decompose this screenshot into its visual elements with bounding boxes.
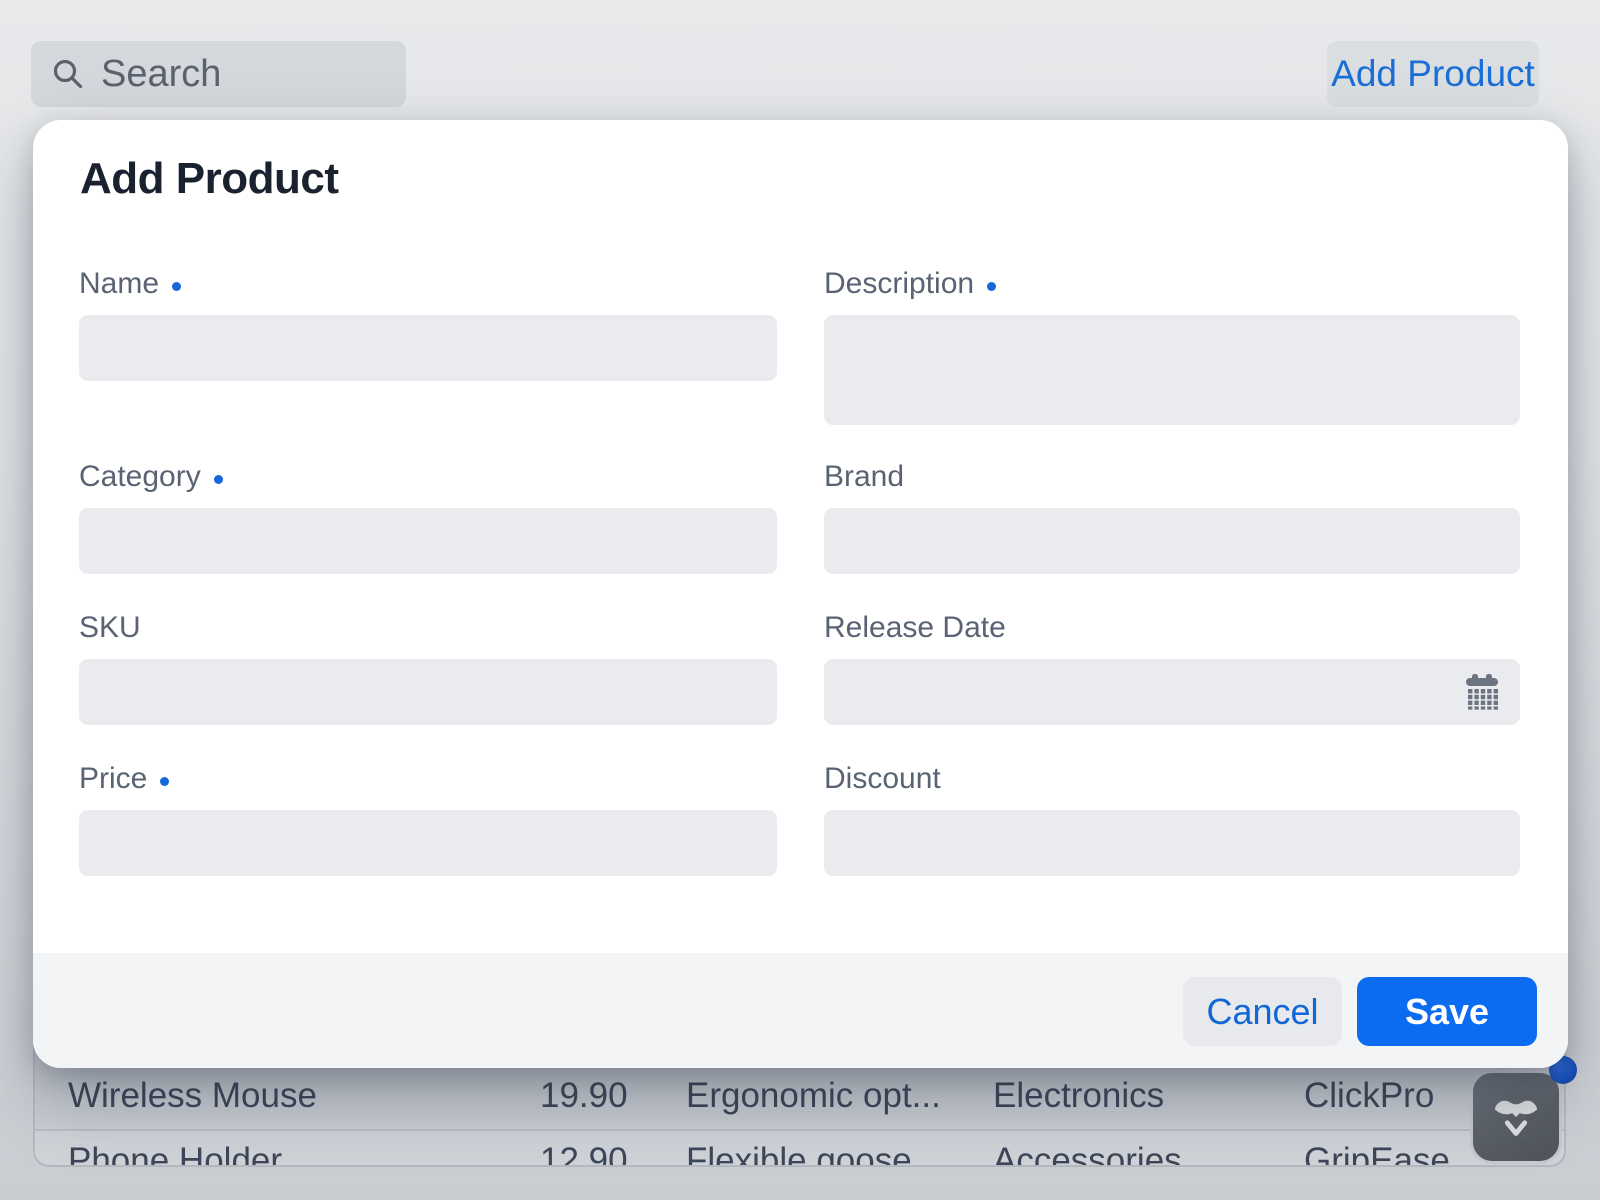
cell-product-name: Phone Holder [68,1141,282,1167]
field-name: Name [79,266,777,381]
field-label: Category [79,460,201,494]
cell-category: Electronics [993,1076,1164,1116]
field-label: Discount [824,762,941,796]
bull-logo-icon [1487,1088,1545,1146]
sku-input[interactable] [79,659,777,725]
modal-footer: Cancel Save [33,953,1568,1068]
cell-price: 12.90 [540,1141,628,1167]
table-row: Phone Holder 12.90 Flexible goose... Acc… [35,1129,1564,1167]
description-input[interactable] [824,315,1520,425]
price-input[interactable] [79,810,777,876]
field-description: Description [824,266,1520,425]
cell-product-name: Wireless Mouse [68,1076,317,1116]
app-background: Search Add Product Wireless Mouse 19.90 … [0,0,1600,1200]
field-discount: Discount [824,761,1520,876]
cancel-button[interactable]: Cancel [1183,977,1342,1046]
save-button[interactable]: Save [1357,977,1537,1046]
cell-brand: GripEase [1304,1141,1450,1167]
required-dot [160,777,169,786]
release-date-input[interactable] [824,659,1520,725]
cell-description: Flexible goose... [686,1141,941,1167]
field-label: Price [79,762,147,796]
field-label: Brand [824,460,904,494]
field-price: Price [79,761,777,876]
name-input[interactable] [79,315,777,381]
discount-input[interactable] [824,810,1520,876]
cell-description: Ergonomic opt... [686,1076,941,1116]
cell-category: Accessories [993,1141,1182,1167]
field-label: Name [79,267,159,301]
field-brand: Brand [824,459,1520,574]
search-placeholder: Search [101,53,221,96]
required-dot [172,282,181,291]
category-input[interactable] [79,508,777,574]
field-category: Category [79,459,777,574]
field-label: Description [824,267,974,301]
calendar-button[interactable] [1464,673,1500,711]
add-product-button[interactable]: Add Product [1327,41,1539,107]
calendar-icon [1465,674,1499,710]
cell-brand: ClickPro [1304,1076,1434,1116]
modal-title: Add Product [80,154,338,204]
required-dot [987,282,996,291]
floating-app-button[interactable] [1470,1070,1562,1164]
cell-price: 19.90 [540,1076,628,1116]
field-sku: SKU [79,610,777,725]
required-dot [214,475,223,484]
brand-input[interactable] [824,508,1520,574]
search-icon [51,57,85,91]
field-label: SKU [79,611,141,645]
add-product-modal: Add Product Name Description Category [33,120,1568,1068]
field-release-date: Release Date [824,610,1520,725]
search-input[interactable]: Search [31,41,406,107]
field-label: Release Date [824,611,1006,645]
